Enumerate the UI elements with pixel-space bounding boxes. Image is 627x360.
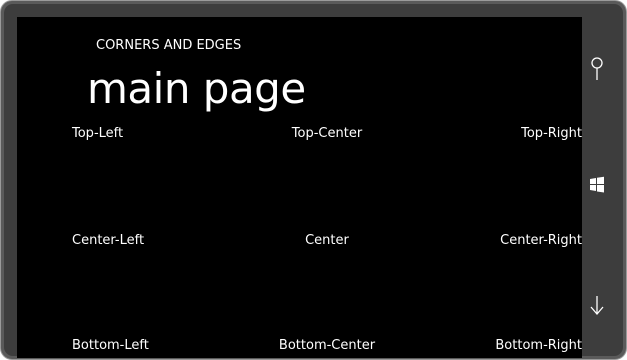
- app-title: CORNERS AND EDGES: [96, 38, 242, 53]
- bottom-right-label: Bottom-Right: [495, 338, 582, 353]
- back-button[interactable]: [574, 285, 620, 325]
- start-button[interactable]: [574, 165, 620, 205]
- phone-bezel: CORNERS AND EDGES main page Top-Left Top…: [4, 4, 623, 358]
- phone-device-frame: CORNERS AND EDGES main page Top-Left Top…: [0, 0, 627, 360]
- center-label: Center: [305, 233, 349, 248]
- hardware-button-bar: [574, 7, 620, 353]
- top-right-label: Top-Right: [521, 126, 582, 141]
- page-title: main page: [87, 64, 306, 113]
- center-right-label: Center-Right: [500, 233, 582, 248]
- app-screen: CORNERS AND EDGES main page Top-Left Top…: [17, 17, 582, 358]
- search-button[interactable]: [574, 49, 620, 89]
- search-icon: [591, 57, 603, 80]
- windows-start-icon: [590, 176, 604, 193]
- top-center-label: Top-Center: [291, 126, 363, 141]
- back-arrow-icon: [590, 296, 604, 315]
